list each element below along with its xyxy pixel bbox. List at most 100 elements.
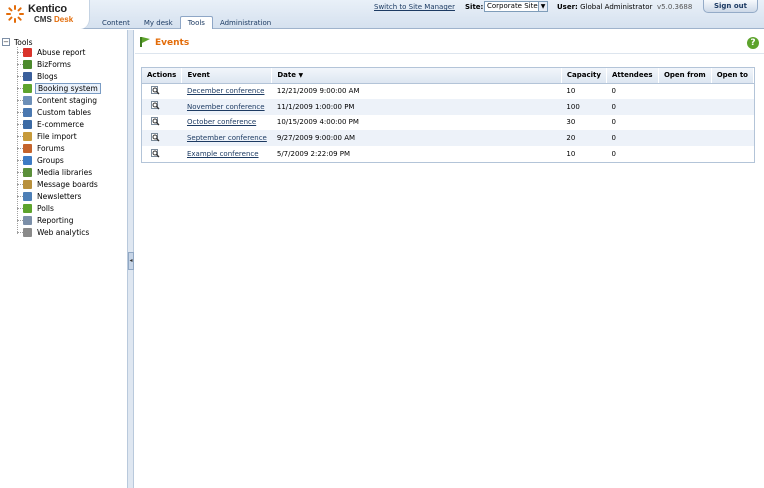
actions-cell [142,130,182,147]
column-header-date[interactable]: Date ▼ [271,68,562,84]
open-to-cell [711,146,753,162]
event-link[interactable]: September conference [187,134,267,142]
tree-item-label: Reporting [37,216,74,225]
site-label: Site: [465,3,484,11]
tree-item-media-libraries[interactable]: Media libraries [17,167,94,178]
newsletters-icon [23,192,32,201]
tree-item-booking-system[interactable]: Booking system [17,83,101,94]
open-to-cell [711,83,753,99]
page-title-bar: Events ? [135,30,764,54]
message-boards-icon [23,180,32,189]
tree-item-reporting[interactable]: Reporting [17,215,75,226]
date-cell: 11/1/2009 1:00:00 PM [271,98,562,115]
event-link[interactable]: Example conference [187,150,259,158]
tree-item-web-analytics[interactable]: Web analytics [17,227,91,238]
open-to-cell [711,98,754,115]
tree-item-abuse-report[interactable]: Abuse report [17,47,87,58]
attendees-cell: 0 [611,118,616,127]
event-link[interactable]: October conference [187,118,256,126]
table-row: November conference 11/1/2009 1:00:00 PM 1… [142,98,754,115]
forums-icon [23,144,32,153]
event-cell: October conference [182,115,272,131]
tab-administration[interactable]: Administration [213,17,278,29]
tree-item-label: Custom tables [37,108,92,117]
table-row: Example conference 5/7/2009 2:22:09 PM 10 0 [142,146,754,162]
tree-item-blogs[interactable]: Blogs [17,71,60,82]
chevron-down-icon[interactable]: ▼ [538,2,547,11]
column-header-actions: Actions [142,68,183,84]
date-cell: 10/15/2009 4:00:00 PM [276,118,359,127]
capacity-cell: 30 [566,118,576,127]
tree-item-groups[interactable]: Groups [17,155,66,166]
event-cell: November conference [181,98,272,115]
main-content: Events ? Actions Event Date ▼ Capacity A… [135,30,764,488]
date-cell: 5/7/2009 2:22:09 PM [276,150,351,159]
column-header-open-to[interactable]: Open to [711,68,755,84]
table-row: October conference 10/15/2009 4:00:00 PM 3… [142,115,754,131]
table-row: December conference 12/21/2009 9:00:00 AM… [142,83,754,99]
view-details-icon[interactable] [151,85,160,95]
event-link[interactable]: December conference [187,87,265,95]
tab-content[interactable]: Content [95,17,137,29]
tree-item-label: Message boards [37,180,98,189]
tree-item-label: Polls [37,204,54,213]
kentico-logo[interactable]: Kentico CMS Desk [0,0,90,29]
switch-to-site-manager-link[interactable]: Switch to Site Manager [374,2,455,14]
collapse-panel-icon[interactable]: ◂ [128,252,134,270]
table-row: September conference 9/27/2009 9:00:00 AM… [142,130,754,147]
date-cell: 12/21/2009 9:00:00 AM [276,87,360,96]
open-from-cell [658,146,711,162]
logo-product: CMS Desk [34,15,74,24]
actions-cell [142,83,182,99]
attendees-cell: 0 [611,150,616,159]
tree-item-polls[interactable]: Polls [17,203,56,214]
open-from-cell [658,115,711,131]
view-details-icon[interactable] [151,148,160,158]
tree-item-newsletters[interactable]: Newsletters [17,191,83,202]
capacity-cell: 20 [561,130,607,147]
tree-item-label: E-commerce [37,120,85,129]
page-title: Events [155,38,190,48]
tab-tools[interactable]: Tools [179,16,213,29]
tree-item-label: Blogs [37,72,58,81]
file-import-icon [23,132,32,141]
tree-item-message-boards[interactable]: Message boards [17,179,100,190]
tree-item-label: Web analytics [37,228,90,237]
view-details-icon[interactable] [151,101,160,110]
bizforms-icon [23,60,32,69]
event-link[interactable]: November conference [187,103,265,111]
tab-my-desk[interactable]: My desk [137,17,180,29]
e-commerce-icon [23,120,32,129]
column-header-open-from[interactable]: Open from [658,68,712,84]
blogs-icon [23,72,32,81]
view-details-icon[interactable] [151,116,160,126]
tree-item-file-import[interactable]: File import [17,131,79,142]
capacity-cell: 100 [561,98,607,115]
tree-root-label: Tools [14,37,33,47]
tree-item-label: Content staging [37,96,98,105]
help-icon[interactable]: ? [747,37,759,49]
capacity-cell: 10 [566,150,576,159]
tree-item-e-commerce[interactable]: E-commerce [17,119,86,130]
column-header-event[interactable]: Event [181,68,273,84]
view-details-icon[interactable] [151,132,160,142]
tree-item-custom-tables[interactable]: Custom tables [17,107,93,118]
site-select[interactable]: Corporate Site ▼ [484,1,548,12]
sign-out-button[interactable]: Sign out [703,0,758,13]
column-header-capacity[interactable]: Capacity [561,68,607,84]
groups-icon [23,156,32,165]
collapse-icon[interactable]: − [2,38,10,46]
header: Kentico CMS Desk Content My desk Tools A… [0,0,764,29]
content-staging-icon [23,96,32,105]
web-analytics-icon [23,228,32,237]
booking-system-icon [140,37,150,47]
tree-root[interactable]: − Tools [2,37,32,47]
events-table: Actions Event Date ▼ Capacity Attendees … [142,68,755,162]
tree-item-bizforms[interactable]: BizForms [17,59,73,70]
tree-item-label: BizForms [37,60,71,69]
tree-item-content-staging[interactable]: Content staging [17,95,99,106]
open-to-cell [711,130,754,147]
tree-item-forums[interactable]: Forums [17,143,67,154]
column-header-attendees[interactable]: Attendees [606,68,659,84]
reporting-icon [23,216,32,225]
